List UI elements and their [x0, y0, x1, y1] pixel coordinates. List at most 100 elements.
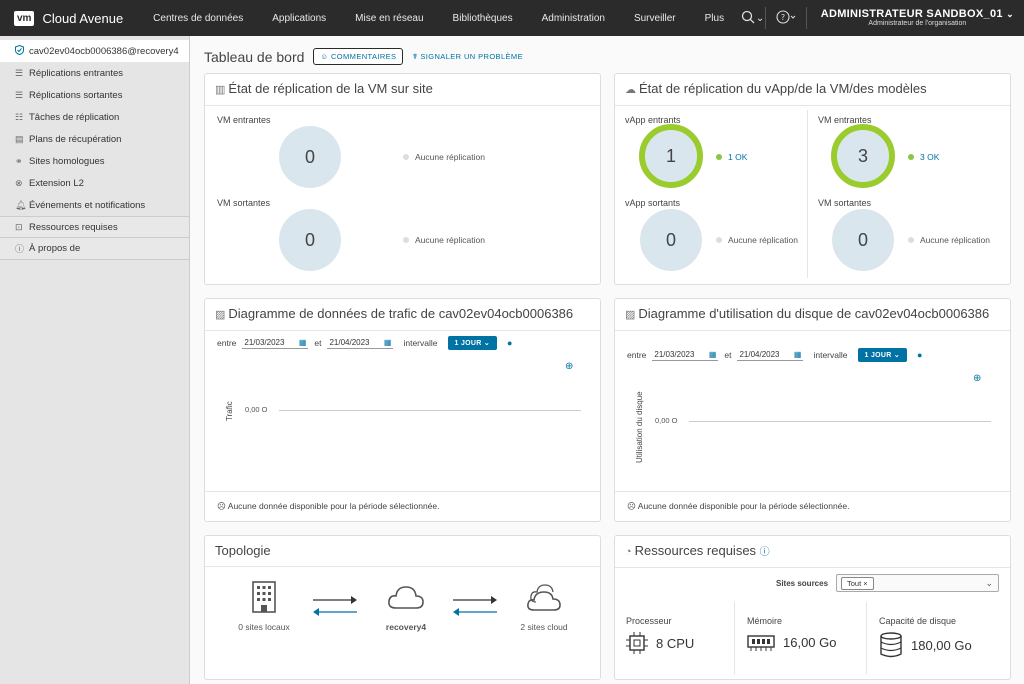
calendar-icon[interactable]: ▦	[709, 350, 717, 359]
cpu-resource: Processeur 8 CPU	[626, 616, 694, 654]
disk-label: Capacité de disque	[879, 616, 957, 626]
info-icon[interactable]: ⓘ	[760, 547, 770, 558]
sidebar-item-l2-extension[interactable]: ⊗ Extension L2	[0, 172, 189, 194]
source-sites-label: Sites sources	[776, 579, 829, 588]
source-sites-select[interactable]: Tout × ⌄	[836, 574, 999, 592]
sidebar-item-label: Plans de récupération	[29, 133, 122, 145]
sidebar: cav02ev04ocb0006386@recovery4 ☰ Réplicat…	[0, 36, 190, 684]
chevron-down-icon[interactable]: ⌄	[985, 578, 993, 589]
vapp-in-legend: 1 OK	[716, 152, 747, 162]
sidebar-item-label: Extension L2	[29, 177, 84, 189]
to-date-input[interactable]: 21/04/2023 ▦	[327, 338, 394, 349]
info-icon[interactable]: ●	[507, 338, 512, 348]
top-navigation-bar: vm Cloud Avenue Centres de données Appli…	[0, 0, 1024, 36]
card-header: ▥ État de réplication de la VM sur site	[205, 74, 600, 106]
sidebar-item-recovery-plans[interactable]: ▤ Plans de récupération	[0, 128, 189, 150]
to-date-input[interactable]: 21/04/2023 ▦	[737, 350, 804, 361]
between-label: entre	[627, 350, 647, 360]
disk-y-axis-label: Utilisation du disque	[635, 391, 644, 463]
bidirectional-arrow-icon	[453, 596, 497, 616]
calendar-icon[interactable]: ▦	[794, 350, 802, 359]
interval-dropdown[interactable]: 1 JOUR ⌄	[857, 348, 908, 362]
disk-resource: Capacité de disque 180,00 Go	[879, 616, 972, 658]
sidebar-item-events[interactable]: 🔔︎ Événements et notifications	[0, 194, 189, 216]
shield-check-icon	[15, 44, 27, 57]
from-date-input[interactable]: 21/03/2023 ▦	[652, 350, 719, 361]
report-problem-link[interactable]: ☤ SIGNALER UN PROBLÈME	[412, 52, 523, 61]
resources-icon: ⊡	[15, 221, 23, 232]
database-icon	[880, 632, 902, 658]
legend-dot	[908, 237, 914, 243]
sidebar-item-site[interactable]: cav02ev04ocb0006386@recovery4	[0, 40, 189, 62]
chart-icon: ▨	[215, 309, 226, 321]
card-header: ▨ Diagramme d'utilisation du disque de ca…	[615, 299, 1010, 331]
nav-monitor[interactable]: Surveiller	[634, 13, 676, 24]
and-label: et	[314, 338, 322, 348]
incoming-vm-legend: Aucune réplication	[403, 152, 485, 162]
local-sites-node[interactable]: 0 sites locaux	[229, 580, 299, 632]
calendar-icon[interactable]: ▦	[299, 338, 307, 347]
card-header: Topologie	[205, 536, 600, 567]
close-icon: ×	[863, 579, 868, 588]
info-icon[interactable]: ●	[917, 350, 922, 360]
zoom-icon[interactable]: ⊕	[973, 373, 981, 384]
sidebar-item-tasks[interactable]: ☷ Tâches de réplication	[0, 106, 189, 128]
building-icon	[252, 581, 276, 613]
disk-value: 180,00 Go	[911, 637, 972, 653]
cloud-sites-label: 2 sites cloud	[520, 622, 568, 632]
interval-dropdown[interactable]: 1 JOUR ⌄	[447, 336, 498, 350]
help-icon[interactable]: ?	[776, 9, 796, 27]
sidebar-item-label: À propos de	[29, 243, 81, 254]
search-icon[interactable]	[741, 10, 755, 27]
feedback-button[interactable]: ☺ COMMENTAIRES	[313, 48, 404, 65]
cloud-sites-node[interactable]: 2 sites cloud	[507, 580, 581, 632]
interval-label: intervalle	[813, 350, 848, 360]
sidebar-item-peer-sites[interactable]: ⚭ Sites homologues	[0, 150, 189, 172]
zoom-icon[interactable]: ⊕	[565, 361, 573, 372]
traffic-empty-message: ☹ Aucune donnée disponible pour la pério…	[205, 491, 600, 521]
divider	[866, 602, 867, 674]
local-sites-label: 0 sites locaux	[238, 622, 290, 632]
app-logo[interactable]: vm Cloud Avenue	[14, 10, 141, 26]
chart-baseline	[689, 421, 991, 422]
plan-icon: ▤	[15, 133, 24, 144]
nav-networking[interactable]: Mise en réseau	[355, 13, 423, 24]
sidebar-item-label: Réplications entrantes	[29, 67, 123, 79]
main-nav: Centres de données Applications Mise en …	[153, 13, 822, 24]
chart-icon: ▨	[625, 309, 636, 321]
vm-in-donut: 3	[831, 124, 895, 188]
nav-administration[interactable]: Administration	[542, 13, 605, 24]
vm-replication-card: ▥ État de réplication de la VM sur site V…	[204, 73, 601, 285]
sidebar-item-label: Réplications sortantes	[29, 89, 123, 101]
traffic-y-axis-label: Trafic	[225, 401, 234, 421]
vm-logo: vm	[14, 10, 35, 26]
nav-applications[interactable]: Applications	[272, 13, 326, 24]
nav-libraries[interactable]: Bibliothèques	[453, 13, 513, 24]
sidebar-item-incoming[interactable]: ☰ Réplications entrantes	[0, 62, 189, 84]
divider	[734, 602, 735, 674]
y-tick-label: 0,00 O	[655, 416, 678, 425]
gauge-icon: ◔	[625, 546, 632, 558]
from-date-input[interactable]: 21/03/2023 ▦	[242, 338, 309, 349]
sidebar-item-resources[interactable]: ⊡ Ressources requises	[0, 216, 189, 238]
extension-icon: ⊗	[15, 177, 23, 188]
memory-icon	[747, 635, 775, 651]
between-label: entre	[217, 338, 237, 348]
disk-empty-message: ☹ Aucune donnée disponible pour la pério…	[615, 491, 1010, 521]
main-content: Tableau de bord ☺ COMMENTAIRES ☤ SIGNALE…	[190, 36, 1024, 684]
vapp-replication-card: ☁ État de réplication du vApp/de la VM/de…	[614, 73, 1011, 285]
center-site-node[interactable]: recovery4	[371, 580, 441, 632]
user-menu[interactable]: ADMINISTRATEUR SANDBOX_01 ⌄ Administrate…	[821, 8, 1014, 29]
vapp-out-donut: 0	[640, 209, 702, 271]
sidebar-item-about[interactable]: ⓘ À propos de	[0, 238, 189, 260]
sidebar-item-outgoing[interactable]: ☰ Réplications sortantes	[0, 84, 189, 106]
outgoing-vm-donut: 0	[279, 209, 341, 271]
nav-datacenters[interactable]: Centres de données	[153, 13, 243, 24]
vm-in-legend: 3 OK	[908, 152, 939, 162]
vm-out-label: VM sortantes	[818, 198, 872, 208]
vapp-in-donut: 1	[639, 124, 703, 188]
filter-tag[interactable]: Tout ×	[841, 577, 874, 590]
calendar-icon[interactable]: ▦	[384, 338, 392, 347]
comment-icon: ☺	[320, 52, 329, 61]
divider	[807, 110, 808, 278]
